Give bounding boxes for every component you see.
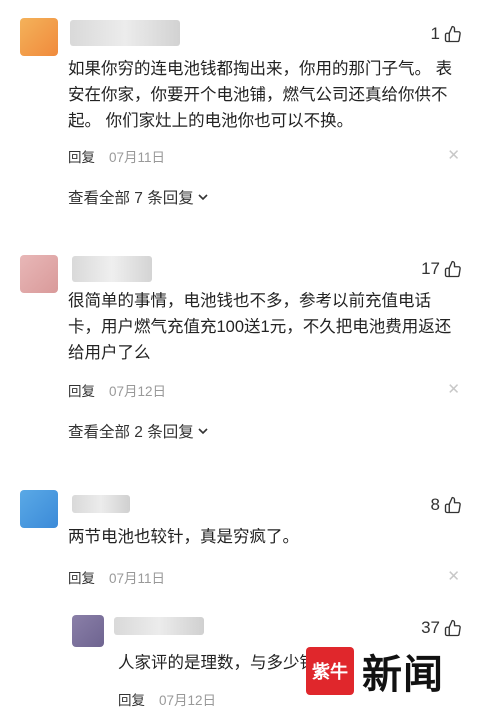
expand-replies-button[interactable]: 查看全部 7 条回复	[68, 186, 209, 208]
thumbs-up-icon[interactable]	[444, 496, 462, 514]
username-blurred[interactable]	[114, 617, 204, 635]
reply-button[interactable]: 回复	[118, 689, 145, 709]
comment-date: 07月11日	[109, 571, 166, 586]
close-icon[interactable]: ✕	[447, 380, 460, 398]
brand-name: 新闻	[362, 651, 444, 698]
brand-seal: 紫牛	[306, 647, 354, 695]
avatar[interactable]	[72, 615, 104, 647]
reply-button[interactable]: 回复	[68, 146, 95, 166]
comment-meta: 回复 07月11日	[68, 146, 165, 166]
comment-text: 如果你穷的连电池钱都掏出来，你用的那门子气。 表 安在你家，你要开个电池铺，燃气…	[68, 60, 453, 130]
comment-text: 很简单的事情，电池钱也不多，参考以前充值电话 卡，用户燃气充值充100送1元，不…	[68, 292, 452, 362]
reply-button[interactable]: 回复	[68, 567, 95, 587]
chevron-down-icon	[198, 194, 208, 201]
comment-date: 07月12日	[159, 693, 217, 708]
brand-watermark: 紫牛 新闻	[306, 642, 444, 700]
like-count[interactable]: 8	[431, 495, 462, 515]
username-blurred[interactable]	[72, 256, 152, 282]
close-icon[interactable]: ✕	[447, 146, 460, 164]
comment-meta: 回复 07月12日	[68, 380, 166, 400]
comment-text: 人家评的是理数，与多少钱	[118, 654, 316, 672]
thumbs-up-icon[interactable]	[444, 25, 462, 43]
close-icon[interactable]: ✕	[447, 567, 460, 585]
comment-date: 07月11日	[109, 150, 166, 165]
thumbs-up-icon[interactable]	[444, 619, 462, 637]
comment-meta: 回复 07月12日	[118, 689, 216, 709]
avatar[interactable]	[20, 490, 58, 528]
username-blurred[interactable]	[70, 20, 180, 46]
like-count[interactable]: 17	[421, 259, 462, 279]
reply-button[interactable]: 回复	[68, 380, 95, 400]
username-blurred[interactable]	[72, 495, 130, 513]
comment-date: 07月12日	[109, 384, 167, 399]
expand-replies-button[interactable]: 查看全部 2 条回复	[68, 420, 209, 442]
like-count[interactable]: 1	[431, 24, 462, 44]
chevron-down-icon	[198, 428, 208, 435]
avatar[interactable]	[20, 18, 58, 56]
avatar[interactable]	[20, 255, 58, 293]
comment-meta: 回复 07月11日	[68, 567, 165, 587]
thumbs-up-icon[interactable]	[444, 260, 462, 278]
like-count[interactable]: 37	[421, 618, 462, 638]
comment-text: 两节电池也较针，真是穷疯了。	[68, 528, 299, 546]
